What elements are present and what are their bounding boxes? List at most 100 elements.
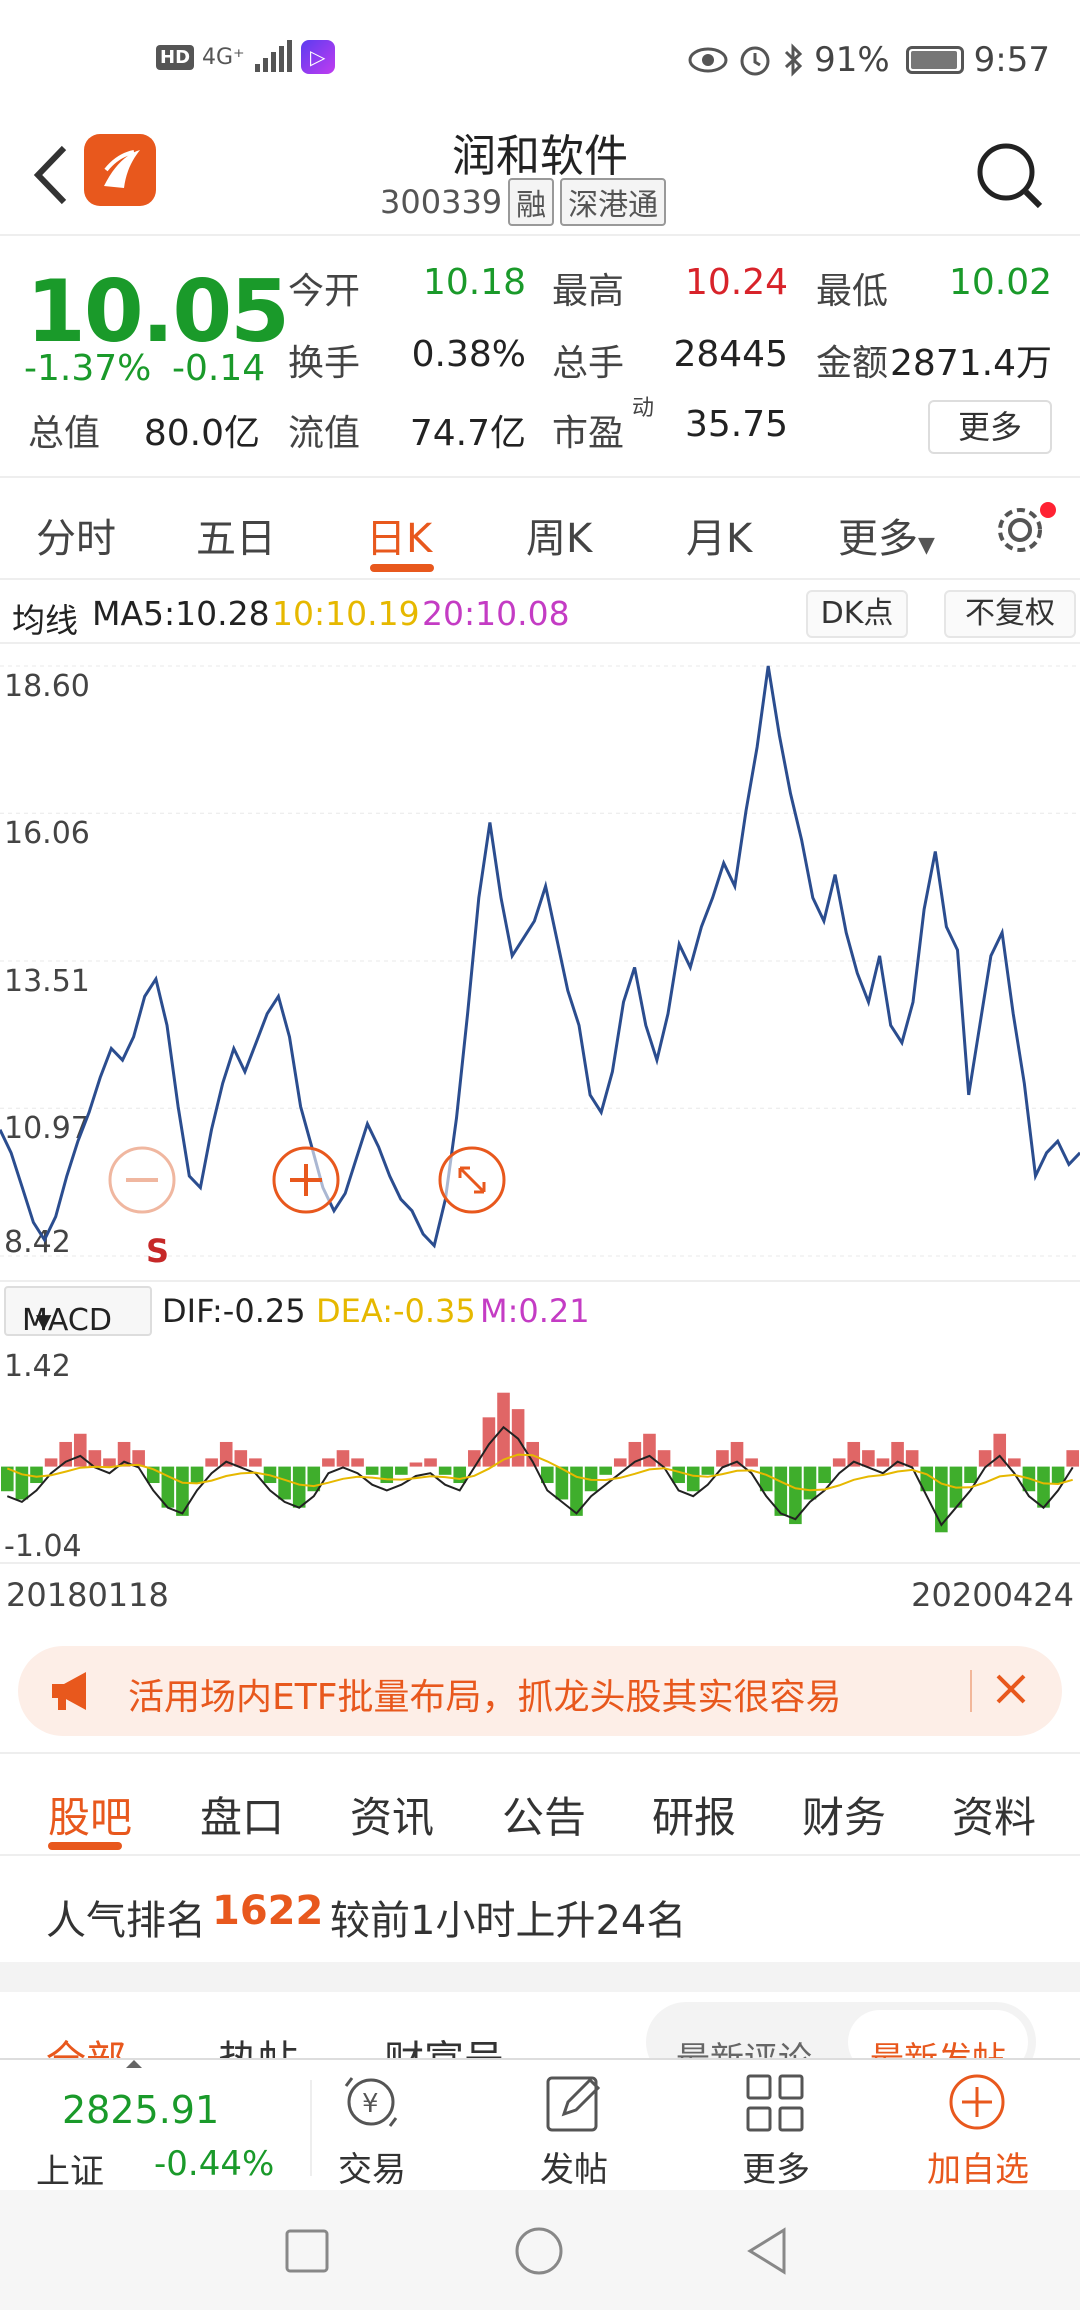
macd-bar-positive: [424, 1458, 437, 1467]
tab-news[interactable]: 资讯: [350, 1784, 434, 1845]
macd-bar-negative: [365, 1466, 379, 1475]
index-value[interactable]: 2825.91: [62, 2088, 219, 2132]
ma-label: 均线: [12, 601, 78, 640]
macd-bar-positive: [234, 1450, 248, 1467]
macd-bar-positive: [44, 1458, 58, 1467]
macd-bar-negative: [278, 1466, 291, 1500]
active-tab-indicator: [370, 564, 434, 572]
bottom-toolbar: 2825.91 上证 -0.44% ¥ 交易 发帖 更多 加自选: [0, 2058, 1080, 2192]
macd-bar-positive: [322, 1458, 335, 1467]
clock: 9:57: [973, 40, 1050, 80]
zoom-in-button[interactable]: [272, 1146, 340, 1214]
tab-intraday[interactable]: 分时: [36, 506, 116, 564]
back-nav-icon[interactable]: [744, 2226, 790, 2276]
tab-financials[interactable]: 财务: [802, 1784, 886, 1845]
zoom-out-button[interactable]: [108, 1146, 176, 1214]
price-chart[interactable]: 18.6016.0613.5110.978.42 S: [0, 646, 1080, 1276]
search-icon[interactable]: [974, 138, 1044, 214]
turnover-value: 0.38%: [411, 334, 526, 375]
ma5-value: MA5:10.28: [92, 594, 270, 633]
market-cap-value: 80.0亿: [143, 413, 260, 454]
recent-apps-icon[interactable]: [284, 2228, 330, 2274]
popularity-rank: 人气排名 1622 较前1小时上升24名: [0, 1858, 1080, 1962]
ma20-value: 20:10.08: [422, 594, 570, 633]
chart-date-range: 20180118 20200424: [0, 1562, 1080, 1622]
quote-more-button[interactable]: 更多: [928, 400, 1052, 454]
start-date: 20180118: [6, 1576, 169, 1614]
dk-point-button[interactable]: DK点: [806, 590, 908, 638]
fullscreen-button[interactable]: [438, 1146, 506, 1214]
more-label[interactable]: 更多: [706, 2142, 846, 2191]
sell-marker: S: [146, 1232, 169, 1270]
macd-top-tick: 1.42: [4, 1349, 71, 1384]
trade-icon[interactable]: ¥: [336, 2070, 406, 2136]
stock-name: 润和软件: [452, 131, 628, 182]
promo-banner[interactable]: 活用场内ETF批量布局，抓龙头股其实很容易: [18, 1646, 1062, 1736]
system-navigation-bar: [0, 2190, 1080, 2310]
macd-bar-negative: [818, 1466, 831, 1484]
ma-legend: 均线 MA5:10.28 10:10.19 20:10.08 DK点 不复权: [0, 582, 1080, 644]
index-percent: -0.44%: [154, 2144, 275, 2184]
tab-weekly-k[interactable]: 周K: [526, 506, 592, 564]
turnover-label: 换手: [288, 343, 361, 384]
tab-more-label: 更多: [838, 516, 918, 562]
edit-icon[interactable]: [538, 2070, 608, 2136]
filter-fortune[interactable]: 财富号: [384, 2028, 504, 2058]
post-label[interactable]: 发帖: [504, 2142, 644, 2191]
y-tick-label: 18.60: [4, 669, 90, 704]
margin-tag: 融: [508, 178, 555, 226]
macd-bar-positive: [103, 1458, 116, 1467]
sort-latest-comment[interactable]: 最新评论: [676, 2032, 812, 2058]
filter-hot[interactable]: 热帖: [218, 2028, 298, 2058]
macd-bar-positive: [643, 1433, 656, 1467]
macd-bar-positive: [73, 1433, 87, 1467]
tab-five-day[interactable]: 五日: [196, 506, 276, 564]
trade-label[interactable]: 交易: [302, 2142, 442, 2191]
macd-bar-negative: [599, 1466, 612, 1475]
macd-bar-positive: [351, 1458, 364, 1467]
tab-announcements[interactable]: 公告: [502, 1784, 586, 1845]
tab-research[interactable]: 研报: [652, 1784, 736, 1845]
tab-daily-k[interactable]: 日K: [366, 506, 432, 564]
macd-bar-positive: [905, 1450, 919, 1467]
sort-latest-post[interactable]: 最新发帖: [870, 2032, 1006, 2058]
low-value: 10.02: [948, 262, 1052, 303]
eye-icon: [688, 47, 728, 73]
indicator-select[interactable]: MACD ▼: [4, 1286, 152, 1338]
grid-icon[interactable]: [740, 2070, 810, 2136]
home-icon[interactable]: [514, 2226, 564, 2276]
market-cap-label: 总值: [28, 413, 101, 454]
add-circle-icon[interactable]: [942, 2070, 1012, 2136]
macd-bar-positive: [613, 1458, 627, 1467]
macd-chart[interactable]: 1.42 -1.04: [0, 1340, 1080, 1562]
index-expand-icon[interactable]: [126, 2060, 142, 2068]
connect-tag: 深港通: [560, 178, 667, 226]
filter-all[interactable]: 全部: [46, 2028, 126, 2058]
m-value: M:0.21: [480, 1292, 590, 1330]
rank-label: 人气排名: [46, 1898, 206, 1944]
macd-bar-positive: [832, 1458, 846, 1467]
section-tabs: 股吧 盘口 资讯 公告 研报 财务 资料: [0, 1752, 1080, 1856]
tab-profile[interactable]: 资料: [952, 1784, 1036, 1845]
indicator-legend: MACD ▼ DIF:-0.25 DEA:-0.35 M:0.21: [0, 1280, 1080, 1338]
tab-forum[interactable]: 股吧: [48, 1784, 132, 1845]
bluetooth-icon: [785, 43, 803, 77]
macd-bar-positive: [249, 1458, 262, 1467]
tab-more[interactable]: 更多▼: [838, 506, 935, 564]
change-percent: -1.37%: [24, 348, 152, 389]
y-tick-label: 16.06: [4, 816, 90, 851]
float-cap-label: 流值: [288, 413, 361, 454]
macd-bar-negative: [190, 1466, 204, 1484]
stock-code: 300339: [380, 183, 503, 221]
end-date: 20200424: [911, 1576, 1074, 1614]
tab-monthly-k[interactable]: 月K: [686, 506, 752, 564]
add-watchlist-label[interactable]: 加自选: [908, 2142, 1048, 2191]
macd-bar-positive: [1008, 1458, 1021, 1467]
close-icon[interactable]: [986, 1664, 1036, 1714]
status-bar: HD 4G⁺ ▷ 91% 9:57: [0, 0, 1080, 120]
change-amount: -0.14: [172, 348, 266, 389]
macd-bar-negative: [701, 1466, 715, 1475]
adjust-button[interactable]: 不复权: [944, 590, 1076, 638]
rank-description: 较前1小时上升24名: [330, 1898, 687, 1944]
tab-orderbook[interactable]: 盘口: [200, 1784, 284, 1845]
